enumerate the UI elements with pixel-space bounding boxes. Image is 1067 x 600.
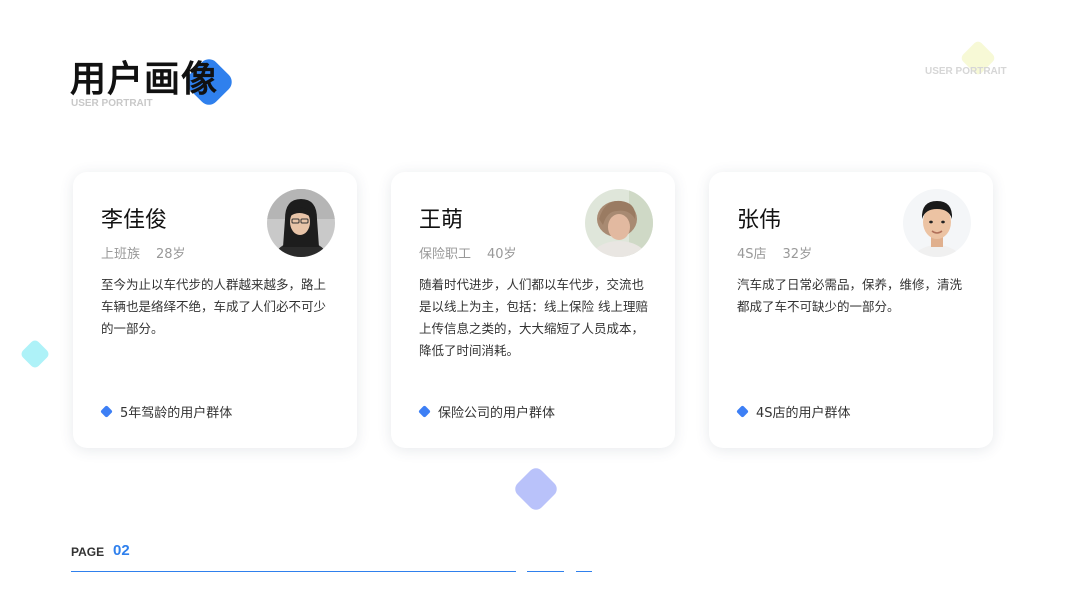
page-label: PAGE — [71, 545, 105, 559]
user-occupation: 保险职工 — [419, 247, 472, 262]
user-group-tag: 5年驾龄的用户群体 — [100, 402, 233, 421]
user-name: 王萌 — [419, 208, 464, 233]
user-group-tag: 保险公司的用户群体 — [418, 402, 556, 421]
footer-divider-segment — [527, 571, 564, 572]
user-age: 40岁 — [487, 247, 517, 262]
user-name: 张伟 — [737, 208, 782, 233]
user-card-1: 李佳俊 上班族 28岁 至今为止以车代步的人群越来越多，路上车辆也是络绎不绝，车成… — [73, 172, 357, 448]
user-age: 28岁 — [156, 247, 186, 262]
user-name: 李佳俊 — [101, 208, 168, 233]
user-meta: 上班族 28岁 — [101, 243, 186, 262]
tag-dot-icon — [100, 405, 113, 418]
tag-dot-icon — [736, 405, 749, 418]
corner-subtitle: USER PORTRAIT — [925, 66, 1007, 77]
young-man-avatar-icon — [903, 189, 971, 257]
user-description: 汽车成了日常必需品，保养，维修，清洗都成了车不可缺少的一部分。 — [737, 277, 963, 314]
decorative-purple-diamond — [511, 464, 561, 514]
tag-dot-icon — [418, 405, 431, 418]
page-title: 用户画像 — [70, 59, 219, 100]
user-description: 至今为止以车代步的人群越来越多，路上车辆也是络绎不绝，车成了人们必不可少的一部分… — [101, 277, 327, 336]
woman-glasses-avatar-icon — [267, 189, 335, 257]
user-card-3: 张伟 4S店 32岁 汽车成了日常必需品，保养，维修，清洗都成了车不可缺少的一部分… — [709, 172, 993, 448]
user-occupation: 上班族 — [101, 247, 141, 262]
user-description: 随着时代进步，人们都以车代步，交流也是以线上为主，包括：线上保险 线上理赔 上传… — [419, 277, 648, 358]
user-meta: 4S店 32岁 — [737, 243, 812, 262]
user-age: 32岁 — [782, 247, 813, 262]
footer-divider-segment — [576, 571, 592, 572]
older-woman-avatar-icon — [585, 189, 653, 257]
decorative-cyan-diamond — [19, 338, 51, 370]
user-meta: 保险职工 40岁 — [419, 243, 517, 262]
user-card-2: 王萌 保险职工 40岁 随着时代进步，人们都以车代步，交流也是以线上为主，包括：线… — [391, 172, 675, 448]
footer-divider-line — [71, 571, 516, 572]
tag-label: 保险公司的用户群体 — [438, 406, 556, 421]
page-number: 02 — [113, 542, 130, 559]
user-group-tag: 4S店的用户群体 — [736, 402, 851, 421]
tag-label: 4S店的用户群体 — [756, 406, 851, 421]
tag-label: 5年驾龄的用户群体 — [120, 406, 233, 421]
user-occupation: 4S店 — [737, 247, 767, 262]
